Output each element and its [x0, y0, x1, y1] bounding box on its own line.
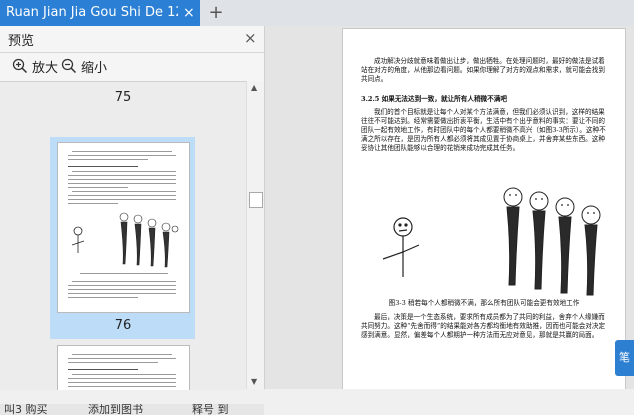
- tab-bar: Ruan Jian Jia Gou Shi De 12X × +: [0, 0, 634, 26]
- bottom-label-buy[interactable]: 叫3 购买: [4, 404, 48, 415]
- zoom-toolbar: 放大 缩小: [0, 53, 264, 79]
- thumbnail-scrollbar[interactable]: ▲ ▼: [246, 81, 264, 389]
- paragraph-1: 成功解决分歧就意味着做出让步，做出牺牲。在处理问题时，最好的做法是试着站在对方的…: [361, 57, 605, 83]
- thumbnail-page-77[interactable]: [57, 345, 190, 390]
- bottom-label-add[interactable]: 添加到图书: [88, 404, 143, 415]
- section-heading: 3.2.5 如果无法达到一致，就让所有人稍微不满吧: [361, 95, 507, 103]
- zoom-in-icon: [12, 58, 28, 74]
- zoom-out-label: 缩小: [81, 61, 108, 76]
- figure-caption: 图3-3 稍若每个人都稍微不满，那么所有团队可能会更有效地工作: [388, 299, 580, 307]
- document-viewer: 成功解决分歧就意味着做出让步，做出牺牲。在处理问题时，最好的做法是试着站在对方的…: [265, 26, 634, 389]
- new-tab-button[interactable]: +: [206, 0, 226, 26]
- page-number-76: 76: [114, 318, 132, 333]
- page-number-75: 75: [114, 90, 132, 105]
- scroll-down-icon[interactable]: ▼: [251, 377, 257, 386]
- zoom-out-icon: [61, 58, 77, 74]
- sidebar-title: 预览: [8, 34, 35, 49]
- document-tab[interactable]: Ruan Jian Jia Gou Shi De 12X ×: [0, 0, 200, 26]
- thumbnail-list: 75 76: [0, 81, 246, 390]
- scroll-up-icon[interactable]: ▲: [251, 83, 257, 92]
- tab-title: Ruan Jian Jia Gou Shi De 12X: [6, 5, 178, 20]
- scrollbar-thumb[interactable]: [249, 192, 263, 208]
- zoom-in-label: 放大: [32, 61, 59, 76]
- bottom-toolbar: 叫3 购买 添加到图书 释号 到: [0, 404, 264, 415]
- paragraph-2: 我们的首个目标就是让每个人对某个方法满意，但我们必须认识到，这样的结果往往不可能…: [361, 108, 606, 152]
- bottom-label-more[interactable]: 释号 到: [192, 404, 229, 415]
- sidebar-close-icon[interactable]: ×: [244, 29, 257, 47]
- close-tab-icon[interactable]: ×: [183, 0, 195, 26]
- people-figure-icon: [382, 187, 601, 296]
- side-note-button[interactable]: 笔: [615, 340, 634, 376]
- paragraph-3: 最后，决策是一个生态系统，要求所有成员都为了共同的利益，舍弃个人缘嫌而共同努力。…: [361, 313, 606, 339]
- document-page: 成功解决分歧就意味着做出让步，做出牺牲。在处理问题时，最好的做法是试着站在对方的…: [342, 28, 626, 389]
- preview-sidebar: 预览 × 放大 缩小 75 76 ▲ ▼ 叫3 购买 添加到图书 释号 到: [0, 26, 265, 415]
- thumbnail-figure-icon: [71, 212, 179, 268]
- sidebar-header: 预览 ×: [0, 26, 264, 53]
- thumbnail-page-76[interactable]: [57, 142, 190, 313]
